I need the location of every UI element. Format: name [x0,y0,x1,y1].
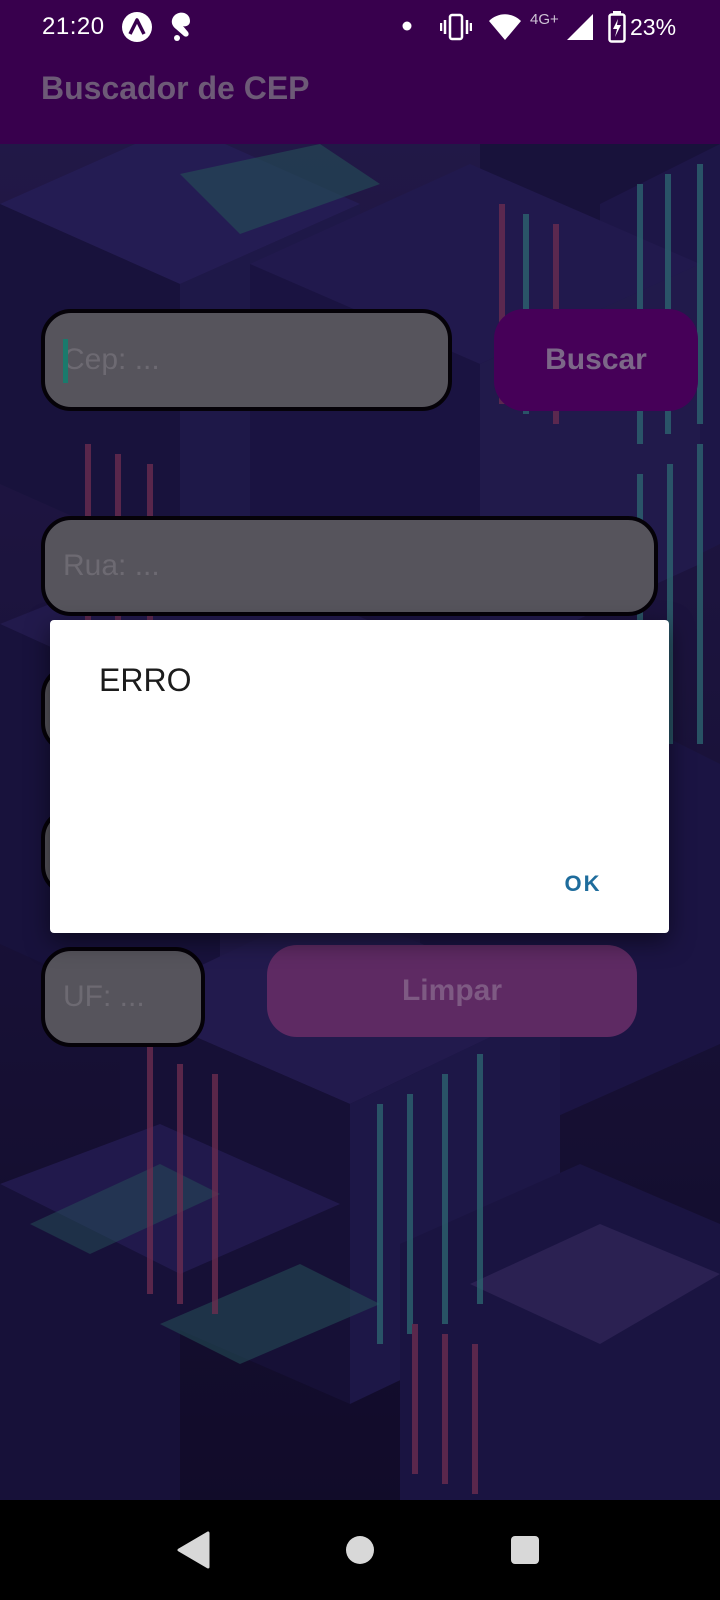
uf-input[interactable]: UF: ... [41,947,205,1047]
rua-placeholder: Rua: ... [63,549,160,582]
error-dialog: ERRO OK [50,620,669,933]
recents-icon[interactable] [510,1535,540,1565]
battery-percent: 23% [630,14,677,40]
uf-placeholder: UF: ... [63,980,145,1013]
status-bar: 21:20 4G+ 23% [0,0,720,56]
ok-button[interactable]: OK [538,862,628,906]
back-icon[interactable] [176,1531,212,1569]
home-icon[interactable] [345,1535,375,1565]
battery-charging-icon [608,11,626,43]
cep-input[interactable]: Cep: ... [41,309,452,411]
text-cursor [63,339,68,383]
dialog-title: ERRO [99,662,192,698]
rua-input[interactable]: Rua: ... [41,516,658,616]
wifi-icon [489,14,521,40]
cep-placeholder: Cep: ... [63,343,160,376]
app-bar: Buscador de CEP [0,56,720,144]
network-type-label: 4G+ [530,11,559,28]
system-nav-bar [0,1500,720,1600]
hand-icon [171,12,190,41]
limpar-button[interactable]: Limpar [267,945,637,1037]
dot-icon [402,21,412,31]
signal-icon [567,14,593,40]
app-title: Buscador de CEP [41,70,310,106]
buscar-button[interactable]: Buscar [494,309,698,411]
vibrate-icon [440,13,472,41]
app-a-icon [122,12,152,42]
status-time: 21:20 [42,13,105,40]
